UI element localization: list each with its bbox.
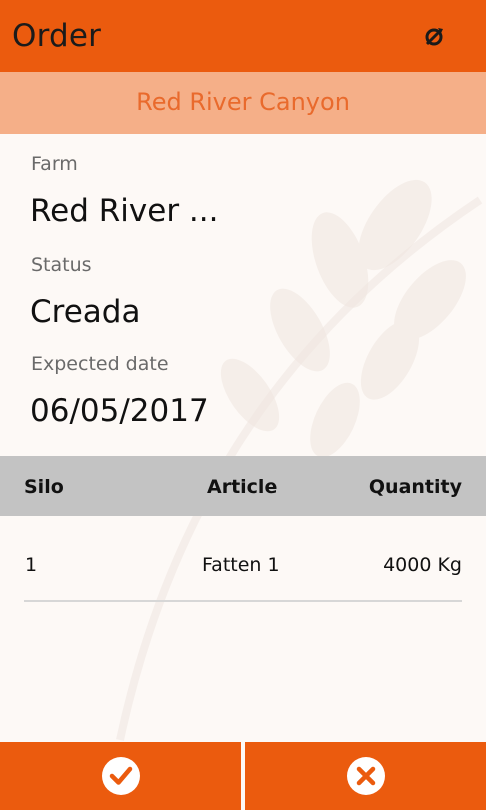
checkmark-icon xyxy=(101,757,140,795)
expected-date-value: 06/05/2017 xyxy=(30,393,209,429)
farm-banner-title: Red River Canyon xyxy=(136,88,350,116)
sync-disabled-icon[interactable] xyxy=(420,23,448,51)
app-header: Order xyxy=(0,0,486,72)
status-value: Creada xyxy=(30,294,141,330)
farm-label: Farm xyxy=(31,153,78,175)
status-label: Status xyxy=(31,254,92,276)
farm-banner: Red River Canyon xyxy=(0,72,486,134)
close-icon xyxy=(346,757,385,795)
row-divider xyxy=(24,600,462,602)
expected-date-label: Expected date xyxy=(31,353,169,375)
cancel-button[interactable] xyxy=(245,742,486,810)
page-title: Order xyxy=(12,18,102,54)
row-article: Fatten 1 xyxy=(202,554,280,576)
column-header-article: Article xyxy=(207,476,278,498)
row-quantity: 4000 Kg xyxy=(383,554,462,576)
column-header-quantity: Quantity xyxy=(368,476,462,498)
row-silo: 1 xyxy=(25,554,38,576)
table-header: Silo Article Quantity xyxy=(0,456,486,516)
confirm-button[interactable] xyxy=(0,742,241,810)
column-header-silo: Silo xyxy=(24,476,64,498)
farm-value: Red River ... xyxy=(30,193,219,229)
